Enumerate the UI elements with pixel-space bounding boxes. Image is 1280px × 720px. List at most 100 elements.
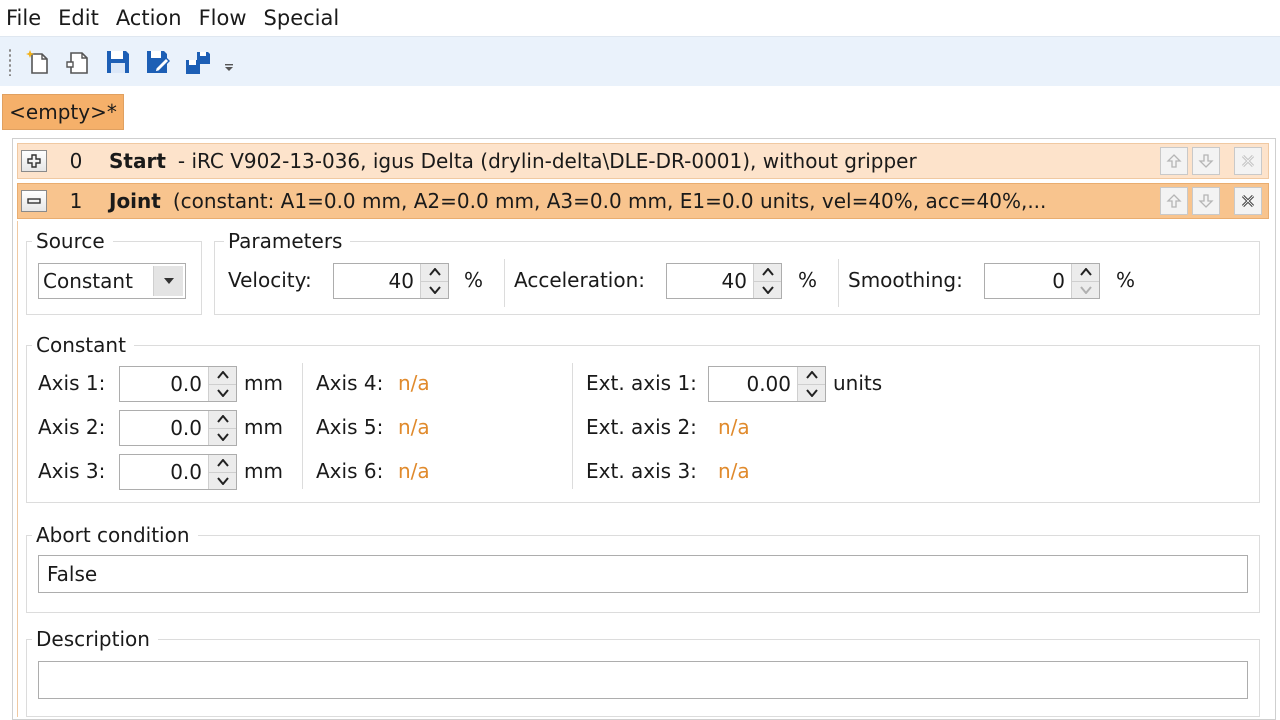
menu-action[interactable]: Action (116, 0, 182, 36)
chevron-up-icon (761, 268, 774, 276)
separator (504, 259, 505, 307)
document-tab[interactable]: <empty>* (2, 94, 124, 130)
step-index: 0 (69, 149, 83, 173)
axis2-unit: mm (244, 415, 283, 439)
separator (302, 363, 303, 489)
move-down-button[interactable] (1192, 147, 1220, 175)
menu-special[interactable]: Special (264, 0, 340, 36)
ext-axis2-label: Ext. axis 2: (586, 415, 697, 439)
save-as-button[interactable] (140, 44, 176, 80)
axis5-label: Axis 5: (316, 415, 384, 439)
spin-up-button[interactable] (209, 455, 236, 473)
velocity-value: 40 (388, 269, 414, 293)
move-up-button[interactable] (1160, 147, 1188, 175)
arrow-up-icon (1166, 154, 1182, 168)
upload-to-robot-icon (186, 51, 210, 74)
source-select[interactable]: Constant (38, 263, 186, 299)
toolbar (0, 36, 1280, 86)
step-description: (constant: A1=0.0 mm, A2=0.0 mm, A3=0.0 … (172, 189, 1047, 213)
open-program-button[interactable] (60, 44, 96, 80)
spin-down-button[interactable] (798, 384, 825, 401)
collapse-button[interactable] (21, 190, 47, 212)
menu-bar: File Edit Action Flow Special (0, 0, 1280, 36)
step-detail-panel: Source Constant Parameters Velocity: 40 … (17, 221, 1269, 717)
upload-to-robot-button[interactable] (180, 44, 216, 80)
menu-flow[interactable]: Flow (199, 0, 247, 36)
smoothing-unit: % (1116, 268, 1136, 292)
separator (572, 363, 573, 489)
spin-down-button[interactable] (1072, 281, 1099, 298)
chevron-up-icon (216, 371, 229, 379)
ext-axis3-value: n/a (718, 459, 750, 483)
arrow-down-icon (1198, 194, 1214, 208)
axis3-unit: mm (244, 459, 283, 483)
dropdown-arrow[interactable] (153, 266, 183, 296)
open-program-icon (66, 51, 88, 74)
spin-up-button[interactable] (1072, 264, 1099, 282)
toolbar-grip[interactable] (8, 47, 12, 76)
chevron-down-icon (216, 433, 229, 441)
acceleration-spinbox[interactable]: 40 (666, 263, 782, 299)
new-program-button[interactable] (20, 44, 56, 80)
velocity-unit: % (464, 268, 484, 292)
toolbar-overflow[interactable] (220, 44, 238, 80)
ext-axis1-value: 0.00 (746, 372, 791, 396)
save-as-icon (147, 50, 170, 73)
chevron-down-icon (428, 286, 441, 294)
program-step-row-selected[interactable]: 1 Joint (constant: A1=0.0 mm, A2=0.0 mm,… (17, 183, 1269, 219)
spin-down-button[interactable] (421, 281, 448, 298)
spin-down-button[interactable] (754, 281, 781, 298)
parameters-group-label: Parameters (224, 229, 351, 253)
move-up-button[interactable] (1160, 187, 1188, 215)
spin-down-button[interactable] (209, 384, 236, 401)
minus-icon (27, 198, 41, 204)
save-button[interactable] (100, 44, 136, 80)
program-step-row[interactable]: 0 Start - iRC V902-13-036, igus Delta (d… (17, 143, 1269, 179)
arrow-up-icon (1166, 194, 1182, 208)
spin-up-button[interactable] (754, 264, 781, 282)
move-down-button[interactable] (1192, 187, 1220, 215)
chevron-up-icon (805, 371, 818, 379)
plus-icon (27, 154, 41, 168)
ext-axis1-unit: units (833, 371, 883, 395)
delete-step-button[interactable] (1234, 187, 1262, 215)
acceleration-label: Acceleration: (514, 268, 646, 292)
delete-step-button[interactable] (1234, 147, 1262, 175)
spin-up-button[interactable] (209, 367, 236, 385)
axis1-spinbox[interactable]: 0.0 (119, 366, 237, 402)
menu-file[interactable]: File (6, 0, 41, 36)
axis3-spinbox[interactable]: 0.0 (119, 454, 237, 490)
document-tab-strip: <empty>* (0, 86, 1280, 130)
chevron-up-icon (428, 268, 441, 276)
chevron-down-icon (216, 477, 229, 485)
spin-down-button[interactable] (209, 472, 236, 489)
separator (838, 259, 839, 307)
chevron-down-icon (761, 286, 774, 294)
spin-up-button[interactable] (798, 367, 825, 385)
description-input[interactable] (38, 661, 1248, 699)
ext-axis3-label: Ext. axis 3: (586, 459, 697, 483)
chevron-up-icon (216, 459, 229, 467)
spin-down-button[interactable] (209, 428, 236, 445)
abort-condition-input[interactable]: False (38, 555, 1248, 593)
smoothing-value: 0 (1052, 269, 1065, 293)
step-name: Joint (109, 189, 161, 213)
menu-edit[interactable]: Edit (58, 0, 99, 36)
acceleration-value: 40 (721, 269, 747, 293)
ext-axis1-spinbox[interactable]: 0.00 (708, 366, 826, 402)
chevron-up-icon (216, 415, 229, 423)
spin-up-button[interactable] (421, 264, 448, 282)
velocity-spinbox[interactable]: 40 (333, 263, 449, 299)
axis4-label: Axis 4: (316, 371, 384, 395)
ext-axis2-value: n/a (718, 415, 750, 439)
spin-up-button[interactable] (209, 411, 236, 429)
step-name: Start (109, 149, 166, 173)
axis2-spinbox[interactable]: 0.0 (119, 410, 237, 446)
step-index: 1 (69, 189, 83, 213)
smoothing-spinbox[interactable]: 0 (984, 263, 1100, 299)
step-description: - iRC V902-13-036, igus Delta (drylin-de… (177, 149, 917, 173)
expand-button[interactable] (21, 150, 47, 172)
chevron-down-icon (163, 278, 174, 284)
axis1-unit: mm (244, 371, 283, 395)
program-panel: 0 Start - iRC V902-13-036, igus Delta (d… (12, 138, 1276, 720)
